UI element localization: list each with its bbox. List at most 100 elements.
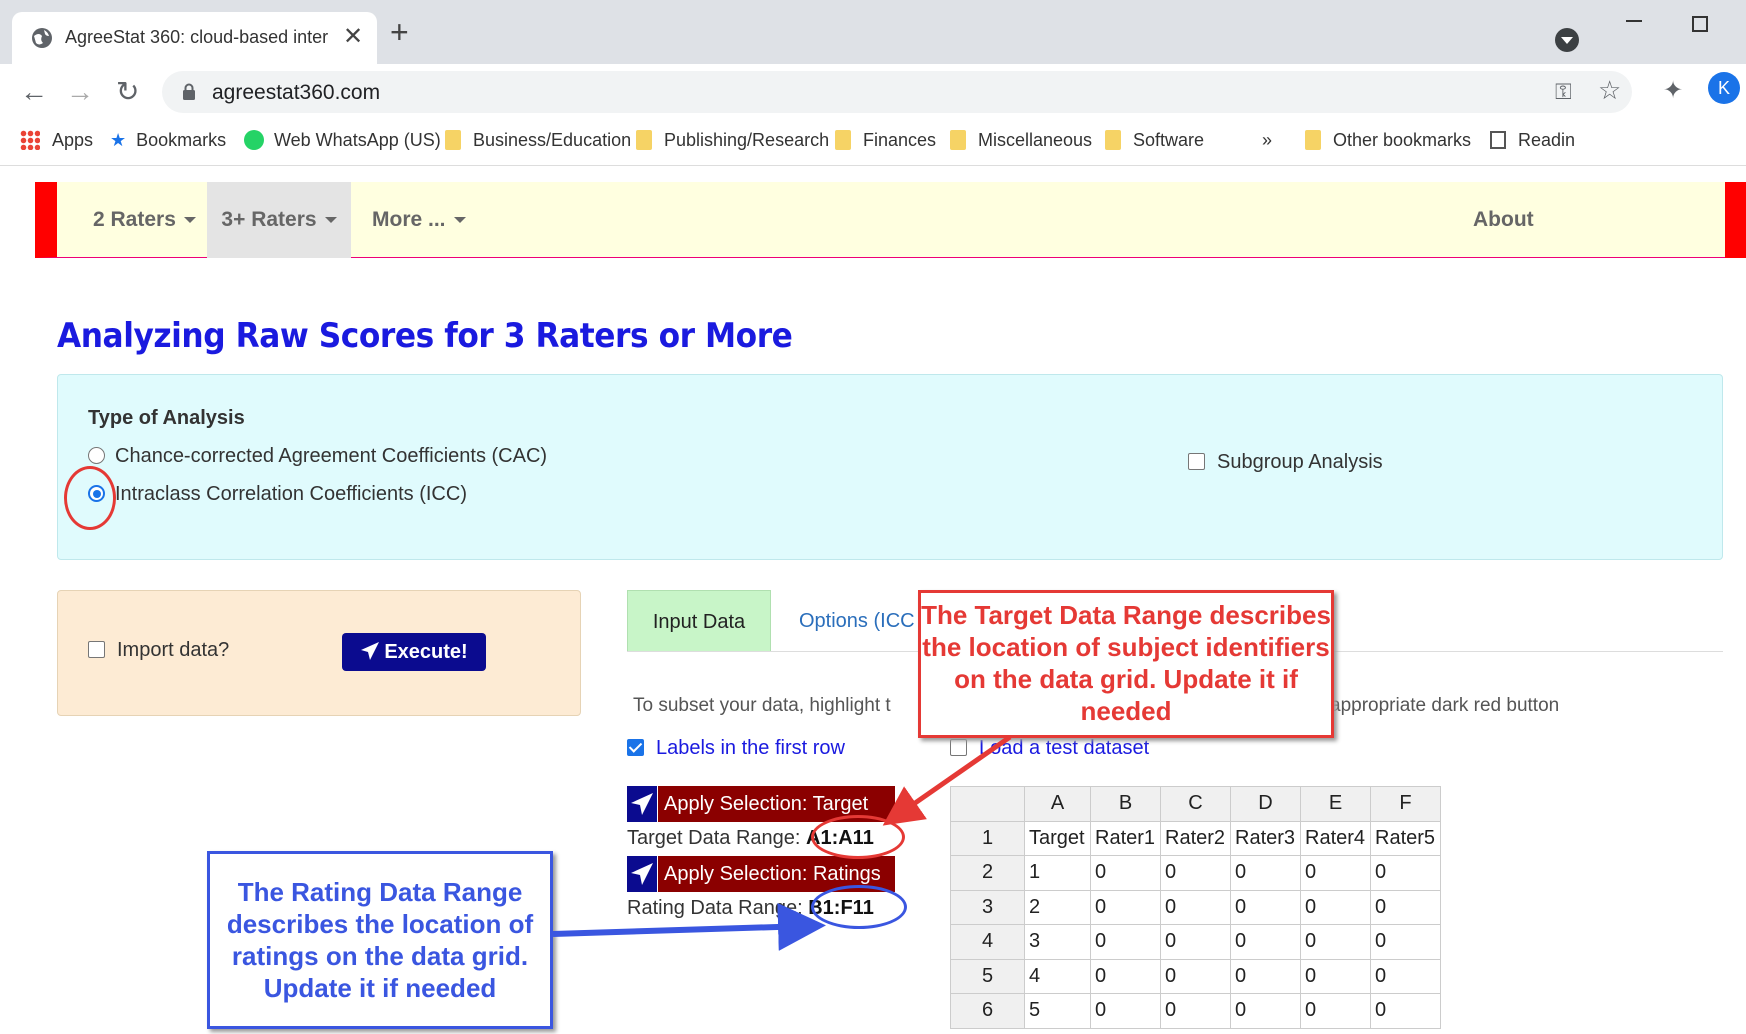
checkbox[interactable]	[1188, 453, 1205, 470]
grid-column-header[interactable]: F	[1370, 786, 1441, 822]
rating-range-oval	[811, 885, 907, 929]
bookmarks-overflow-button[interactable]: »	[1262, 130, 1272, 151]
grid-column-header[interactable]: D	[1230, 786, 1301, 822]
bookmark-label: Readin	[1518, 130, 1576, 150]
reload-icon[interactable]: ↻	[116, 78, 139, 106]
grid-cell[interactable]: 1	[1024, 855, 1091, 891]
grid-cell[interactable]: 0	[1090, 958, 1161, 994]
tab-options[interactable]: Options (ICC	[799, 610, 915, 633]
labels-first-row-checkbox[interactable]: Labels in the first row	[627, 737, 845, 760]
grid-cell[interactable]: Rater3	[1230, 820, 1301, 856]
subset-instructions: To subset your data, highlight t	[633, 695, 891, 716]
grid-cell[interactable]: Rater5	[1370, 820, 1441, 856]
address-bar[interactable]: agreestat360.com ⚿ ☆	[162, 71, 1632, 113]
grid-cell[interactable]: 0	[1300, 958, 1371, 994]
grid-cell[interactable]: Rater1	[1090, 820, 1161, 856]
grid-cell[interactable]: 0	[1230, 993, 1301, 1029]
grid-cell[interactable]: 0	[1230, 958, 1301, 994]
grid-cell[interactable]: 0	[1160, 924, 1231, 960]
grid-row-number[interactable]: 5	[950, 958, 1025, 994]
data-grid: A B C D E F 1 Target Rater1 Rater2 Rater3 Rater4 Rat…	[950, 786, 1441, 1029]
grid-cell[interactable]: 0	[1300, 993, 1371, 1029]
back-icon[interactable]: ←	[20, 78, 48, 106]
checkbox-checked[interactable]	[627, 739, 644, 756]
grid-row-number[interactable]: 3	[950, 889, 1025, 925]
grid-cell[interactable]: 0	[1370, 924, 1441, 960]
other-bookmarks[interactable]: Other bookmarks	[1305, 130, 1471, 151]
radio-button[interactable]	[88, 447, 105, 464]
rating-range-label: Rating Data Range:	[627, 897, 803, 919]
execute-button[interactable]: Execute!	[342, 633, 486, 671]
checkbox[interactable]	[88, 641, 105, 658]
grid-cell[interactable]: 0	[1370, 993, 1441, 1029]
url-text: agreestat360.com	[212, 81, 381, 104]
radio-cac[interactable]: Chance-corrected Agreement Coefficients …	[88, 445, 547, 468]
new-tab-icon[interactable]: +	[390, 16, 409, 48]
grid-cell[interactable]: Target	[1024, 820, 1091, 856]
tab-search-icon[interactable]	[1555, 28, 1579, 52]
bookmark-folder[interactable]: Software	[1105, 130, 1204, 151]
grid-cell[interactable]: 0	[1300, 889, 1371, 925]
paper-plane-icon	[361, 642, 380, 660]
grid-cell[interactable]: Rater4	[1300, 820, 1371, 856]
lock-icon	[183, 83, 195, 100]
profile-avatar[interactable]: K	[1708, 72, 1740, 104]
minimize-icon[interactable]	[1626, 20, 1642, 22]
maximize-icon[interactable]	[1692, 16, 1708, 32]
grid-cell[interactable]: 0	[1160, 855, 1231, 891]
bookmark-folder[interactable]: Business/Education	[445, 130, 631, 151]
grid-cell[interactable]: 0	[1090, 855, 1161, 891]
grid-column-header[interactable]: C	[1160, 786, 1231, 822]
bookmark-apps[interactable]: Apps	[20, 130, 93, 151]
grid-cell[interactable]: 0	[1230, 924, 1301, 960]
grid-cell[interactable]: 0	[1370, 958, 1441, 994]
radio-icc[interactable]: Intraclass Correlation Coefficients (ICC…	[88, 483, 467, 506]
bookmark-folder[interactable]: Publishing/Research	[636, 130, 829, 151]
bookmark-star-icon[interactable]: ☆	[1598, 75, 1621, 106]
tab-input-data[interactable]: Input Data	[627, 590, 771, 652]
grid-cell[interactable]: 3	[1024, 924, 1091, 960]
grid-row-number[interactable]: 4	[950, 924, 1025, 960]
grid-cell[interactable]: 0	[1090, 993, 1161, 1029]
grid-row-number[interactable]: 2	[950, 855, 1025, 891]
nav-3plus-raters[interactable]: 3+ Raters	[207, 182, 351, 258]
close-tab-icon[interactable]: ✕	[343, 22, 363, 51]
grid-cell[interactable]: 0	[1300, 855, 1371, 891]
grid-column-header[interactable]: A	[1024, 786, 1091, 822]
bookmark-folder[interactable]: Finances	[835, 130, 936, 151]
grid-cell[interactable]: 0	[1230, 855, 1301, 891]
checkbox[interactable]	[950, 739, 967, 756]
key-icon[interactable]: ⚿	[1555, 79, 1572, 105]
grid-cell[interactable]: 0	[1160, 889, 1231, 925]
import-data-checkbox[interactable]: Import data?	[88, 639, 229, 662]
nav-more[interactable]: More ...	[372, 182, 466, 258]
forward-icon[interactable]: →	[66, 78, 94, 106]
grid-cell[interactable]: 0	[1090, 889, 1161, 925]
grid-cell[interactable]: 2	[1024, 889, 1091, 925]
load-test-dataset-checkbox[interactable]: Load a test dataset	[950, 737, 1149, 760]
extensions-icon[interactable]: ✦	[1663, 76, 1683, 105]
grid-column-header[interactable]: E	[1300, 786, 1371, 822]
grid-cell[interactable]: 0	[1090, 924, 1161, 960]
grid-cell[interactable]: 0	[1370, 855, 1441, 891]
grid-cell[interactable]: 4	[1024, 958, 1091, 994]
nav-2-raters[interactable]: 2 Raters	[57, 182, 207, 258]
bookmark-whatsapp[interactable]: Web WhatsApp (US)	[244, 130, 441, 151]
grid-row-number[interactable]: 6	[950, 993, 1025, 1029]
grid-cell[interactable]: 0	[1230, 889, 1301, 925]
reading-list[interactable]: Readin	[1490, 130, 1575, 151]
caret-down-icon	[324, 217, 337, 223]
grid-cell[interactable]: 5	[1024, 993, 1091, 1029]
grid-cell[interactable]: Rater2	[1160, 820, 1231, 856]
grid-column-header[interactable]: B	[1090, 786, 1161, 822]
bookmark-bookmarks[interactable]: ★ Bookmarks	[110, 130, 226, 151]
nav-about[interactable]: About	[1473, 182, 1534, 258]
grid-cell[interactable]: 0	[1160, 993, 1231, 1029]
grid-row-number[interactable]: 1	[950, 820, 1025, 856]
bookmark-folder[interactable]: Miscellaneous	[950, 130, 1092, 151]
browser-tab[interactable]: AgreeStat 360: cloud-based inter ✕	[12, 12, 377, 64]
subgroup-analysis-checkbox[interactable]: Subgroup Analysis	[1188, 451, 1383, 474]
grid-cell[interactable]: 0	[1300, 924, 1371, 960]
grid-cell[interactable]: 0	[1370, 889, 1441, 925]
grid-cell[interactable]: 0	[1160, 958, 1231, 994]
